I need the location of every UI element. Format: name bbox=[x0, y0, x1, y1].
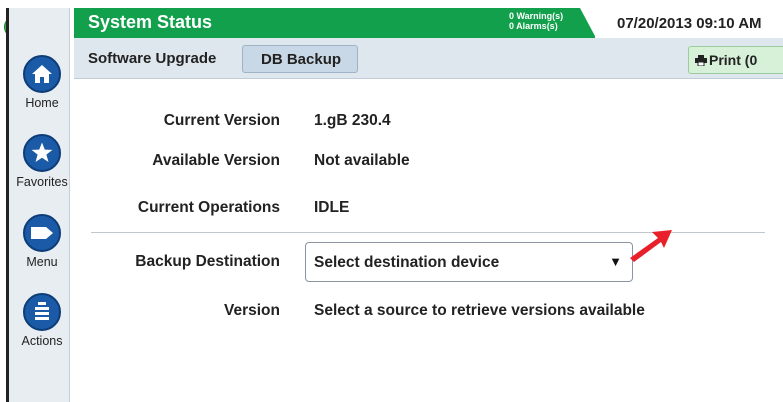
available-version-label: Available Version bbox=[152, 152, 280, 169]
backup-destination-value: Select destination device bbox=[314, 254, 500, 271]
sidebar: Home Favorites Menu Actions bbox=[6, 8, 70, 402]
home-icon[interactable] bbox=[23, 55, 61, 93]
available-version-value: Not available bbox=[314, 152, 410, 169]
version-label: Version bbox=[224, 302, 280, 319]
sidebar-item-label: Menu bbox=[26, 255, 58, 269]
menu-tag-icon[interactable] bbox=[23, 214, 61, 252]
warning-count: 0 Warning(s) bbox=[509, 11, 564, 21]
breadcrumb: Software Upgrade DB Backup Print (0 bbox=[74, 38, 783, 79]
backup-destination-select[interactable]: Select destination device ▼ bbox=[305, 242, 633, 282]
sidebar-item-label: Home bbox=[25, 96, 59, 110]
alarm-counts[interactable]: 0 Warning(s) 0 Alarms(s) bbox=[509, 11, 563, 31]
app-frame: Home Favorites Menu Actions System Statu… bbox=[0, 0, 783, 402]
datetime: 07/20/2013 09:10 AM bbox=[617, 15, 762, 32]
actions-list-icon[interactable] bbox=[23, 293, 61, 331]
printer-icon bbox=[695, 55, 707, 66]
sidebar-item-home[interactable]: Home bbox=[9, 55, 75, 110]
sidebar-item-menu[interactable]: Menu bbox=[9, 214, 75, 269]
title-bar: System Status 0 Warning(s) 0 Alarms(s) 0… bbox=[74, 8, 783, 38]
datetime-box: 07/20/2013 09:10 AM bbox=[595, 8, 783, 38]
sidebar-item-favorites[interactable]: Favorites bbox=[9, 134, 75, 189]
print-button[interactable]: Print (0 bbox=[688, 46, 783, 74]
star-icon[interactable] bbox=[23, 134, 61, 172]
page-title: System Status bbox=[88, 12, 213, 32]
current-operations-label: Current Operations bbox=[137, 199, 280, 216]
current-version-label: Current Version bbox=[163, 112, 280, 129]
sidebar-item-label: Actions bbox=[21, 334, 63, 348]
main-content: Current Version 1.gB 230.4 Available Ver… bbox=[74, 79, 783, 402]
backup-destination-label: Backup Destination bbox=[135, 253, 280, 270]
sidebar-item-label: Favorites bbox=[16, 175, 68, 189]
current-version-value: 1.gB 230.4 bbox=[314, 112, 391, 129]
sidebar-item-actions[interactable]: Actions bbox=[9, 293, 75, 348]
alarm-count: 0 Alarms(s) bbox=[509, 21, 558, 31]
version-value: Select a source to retrieve versions ava… bbox=[314, 302, 645, 319]
print-label: Print (0 bbox=[709, 52, 758, 68]
breadcrumb-software-upgrade[interactable]: Software Upgrade bbox=[88, 50, 216, 67]
chevron-down-icon: ▼ bbox=[609, 254, 622, 269]
breadcrumb-db-backup[interactable]: DB Backup bbox=[242, 45, 358, 73]
breadcrumb-current-label: DB Backup bbox=[261, 51, 342, 68]
current-operations-value: IDLE bbox=[314, 199, 350, 216]
date-notch bbox=[580, 8, 596, 38]
red-arrow-annotation bbox=[630, 230, 672, 262]
